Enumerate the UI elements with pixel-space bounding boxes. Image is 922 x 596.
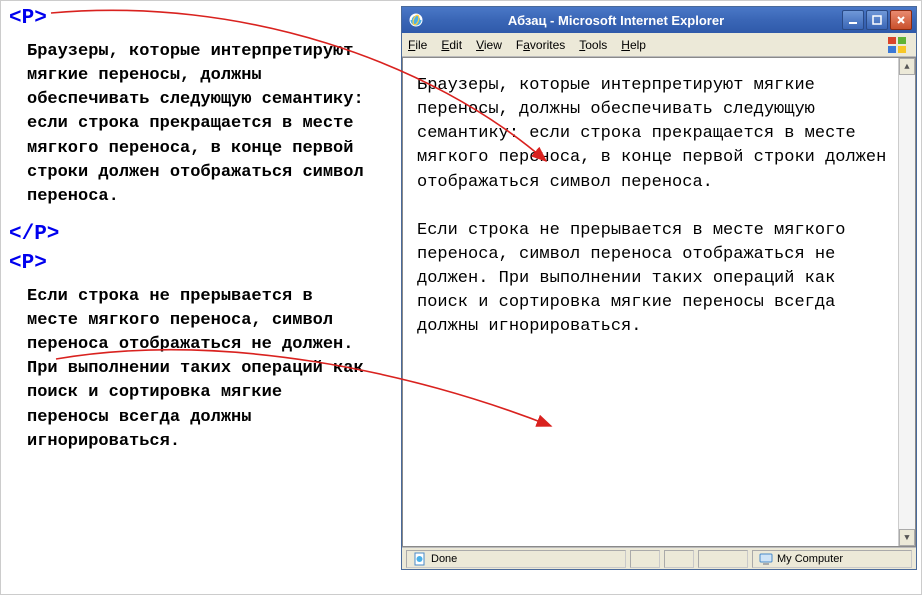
maximize-button[interactable] <box>866 10 888 30</box>
vertical-scrollbar[interactable]: ▲ ▼ <box>898 58 915 546</box>
windows-logo-icon <box>882 33 914 57</box>
status-spacer <box>698 550 748 568</box>
scroll-down-button[interactable]: ▼ <box>899 529 915 546</box>
html-tag-p-open-2: <P> <box>9 252 371 275</box>
status-zone: My Computer <box>752 550 912 568</box>
menu-edit[interactable]: Edit <box>441 38 462 52</box>
status-done: Done <box>406 550 626 568</box>
browser-viewport: Браузеры, которые интерпретируют мягкие … <box>402 57 916 547</box>
statusbar: Done My Computer <box>402 547 916 569</box>
menu-tools[interactable]: Tools <box>579 38 607 52</box>
menu-view[interactable]: View <box>476 38 502 52</box>
status-zone-label: My Computer <box>777 553 843 565</box>
status-empty-1 <box>630 550 660 568</box>
menu-help[interactable]: Help <box>621 38 646 52</box>
status-done-label: Done <box>431 553 457 565</box>
scroll-track[interactable] <box>899 75 915 529</box>
window-controls <box>842 10 912 30</box>
source-paragraph-1: Браузеры, которые интерпретируют мягкие … <box>27 40 371 209</box>
html-tag-p-close: </P> <box>9 223 371 246</box>
window-title: Абзац - Microsoft Internet Explorer <box>390 13 842 28</box>
titlebar: Абзац - Microsoft Internet Explorer <box>402 7 916 33</box>
page-icon <box>413 552 427 566</box>
scroll-up-button[interactable]: ▲ <box>899 58 915 75</box>
source-code-panel: <P> Браузеры, которые интерпретируют мяг… <box>1 1 381 460</box>
rendered-paragraph-1: Браузеры, которые интерпретируют мягкие … <box>417 74 889 195</box>
computer-icon <box>759 552 773 566</box>
minimize-button[interactable] <box>842 10 864 30</box>
rendered-paragraph-2: Если строка не прерывается в месте мягко… <box>417 219 889 340</box>
html-tag-p-open: <P> <box>9 7 371 30</box>
status-empty-2 <box>664 550 694 568</box>
menu-favorites[interactable]: Favorites <box>516 38 565 52</box>
ie-window: Абзац - Microsoft Internet Explorer File… <box>401 6 917 570</box>
menu-file[interactable]: File <box>408 38 427 52</box>
page-content: Браузеры, которые интерпретируют мягкие … <box>403 58 915 373</box>
menubar: File Edit View Favorites Tools Help <box>402 33 916 57</box>
source-paragraph-2: Если строка не прерывается в месте мягко… <box>27 285 371 454</box>
close-button[interactable] <box>890 10 912 30</box>
